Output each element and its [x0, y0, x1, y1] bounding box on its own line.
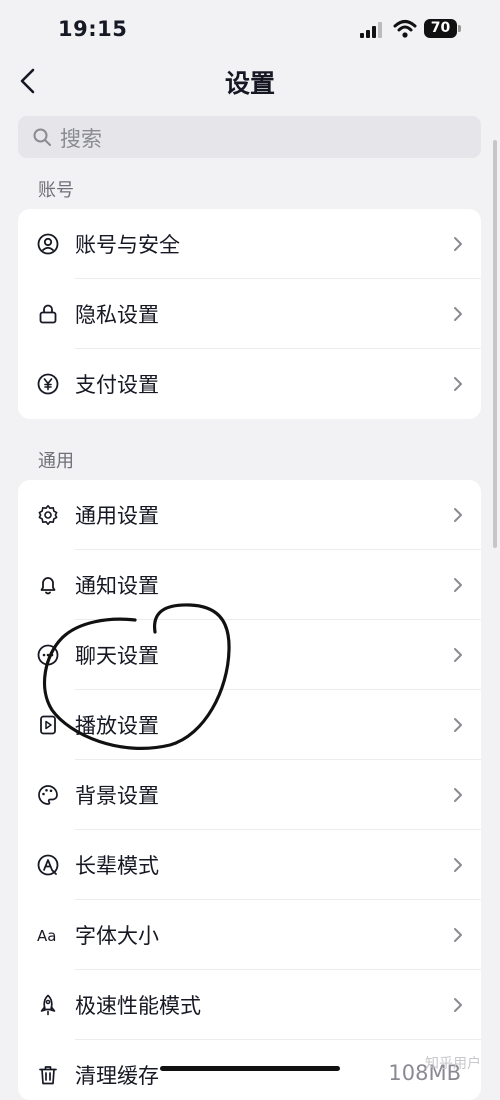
gear-icon — [38, 505, 58, 525]
search-icon — [33, 128, 51, 146]
yen-icon — [37, 373, 59, 395]
status-bar: 19:15 70 — [0, 0, 500, 60]
section-title-general: 通用 — [38, 451, 74, 472]
wifi-icon — [393, 20, 417, 38]
chevron-right-icon — [454, 998, 462, 1012]
font-size-icon: Aa — [37, 927, 56, 945]
user-circle-icon — [37, 233, 59, 255]
row-label: 清理缓存 — [75, 1064, 159, 1088]
settings-row-payment[interactable]: 支付设置 — [18, 349, 481, 419]
settings-row-background[interactable]: 背景设置 — [18, 760, 481, 830]
settings-row-notification[interactable]: 通知设置 — [18, 550, 481, 620]
home-indicator[interactable] — [160, 1066, 340, 1071]
section-title-account: 账号 — [38, 180, 74, 201]
row-label: 字体大小 — [75, 924, 159, 948]
settings-row-general[interactable]: 通用设置 — [18, 480, 481, 550]
chevron-right-icon — [454, 578, 462, 592]
battery-tip — [458, 25, 461, 32]
bell-icon — [40, 577, 56, 595]
search-input[interactable]: 搜索 — [18, 116, 481, 158]
settings-row-font-size[interactable]: Aa 字体大小 — [18, 900, 481, 970]
scroll-indicator[interactable] — [493, 140, 497, 548]
row-label: 账号与安全 — [75, 233, 180, 257]
row-label: 聊天设置 — [75, 644, 159, 668]
chevron-right-icon — [454, 237, 462, 251]
chevron-right-icon — [454, 858, 462, 872]
settings-row-chat[interactable]: 聊天设置 — [18, 620, 481, 690]
battery-indicator: 70 — [424, 19, 462, 39]
chevron-right-icon — [454, 928, 462, 942]
row-label: 背景设置 — [75, 784, 159, 808]
chevron-right-icon — [454, 307, 462, 321]
chevron-right-icon — [454, 377, 462, 391]
row-label: 通知设置 — [75, 574, 159, 598]
lock-icon — [39, 304, 57, 324]
status-time: 19:15 — [58, 17, 128, 41]
chevron-right-icon — [454, 788, 462, 802]
settings-row-performance-mode[interactable]: 极速性能模式 — [18, 970, 481, 1040]
general-card: 通用设置 通知设置 聊天设置 播放设置 背景设置 长辈模式 Aa 字体大小 极速… — [18, 480, 481, 1100]
account-card: 账号与安全 隐私设置 支付设置 — [18, 209, 481, 419]
settings-row-account-security[interactable]: 账号与安全 — [18, 209, 481, 279]
svg-text:Aa: Aa — [37, 927, 56, 945]
trash-icon — [39, 1066, 57, 1085]
settings-row-elder-mode[interactable]: 长辈模式 — [18, 830, 481, 900]
row-label: 长辈模式 — [75, 854, 159, 878]
row-label: 隐私设置 — [75, 303, 159, 327]
chat-icon — [37, 644, 59, 666]
battery-level: 70 — [424, 19, 457, 38]
rocket-icon — [40, 994, 56, 1016]
page-title: 设置 — [224, 69, 275, 98]
cellular-signal-icon — [360, 22, 382, 38]
row-label: 支付设置 — [75, 373, 159, 397]
palette-icon — [38, 785, 58, 805]
chevron-right-icon — [454, 508, 462, 522]
chevron-right-icon — [454, 648, 462, 662]
chevron-right-icon — [454, 718, 462, 732]
play-icon — [40, 715, 56, 735]
settings-row-privacy[interactable]: 隐私设置 — [18, 279, 481, 349]
row-label: 播放设置 — [75, 714, 159, 738]
search-placeholder: 搜索 — [60, 127, 102, 151]
elder-mode-icon — [37, 854, 59, 876]
row-label: 极速性能模式 — [75, 994, 201, 1018]
settings-row-playback[interactable]: 播放设置 — [18, 690, 481, 760]
nav-bar: 设置 — [0, 60, 500, 104]
row-label: 通用设置 — [75, 504, 159, 528]
watermark: 知乎用户 — [425, 1056, 481, 1072]
